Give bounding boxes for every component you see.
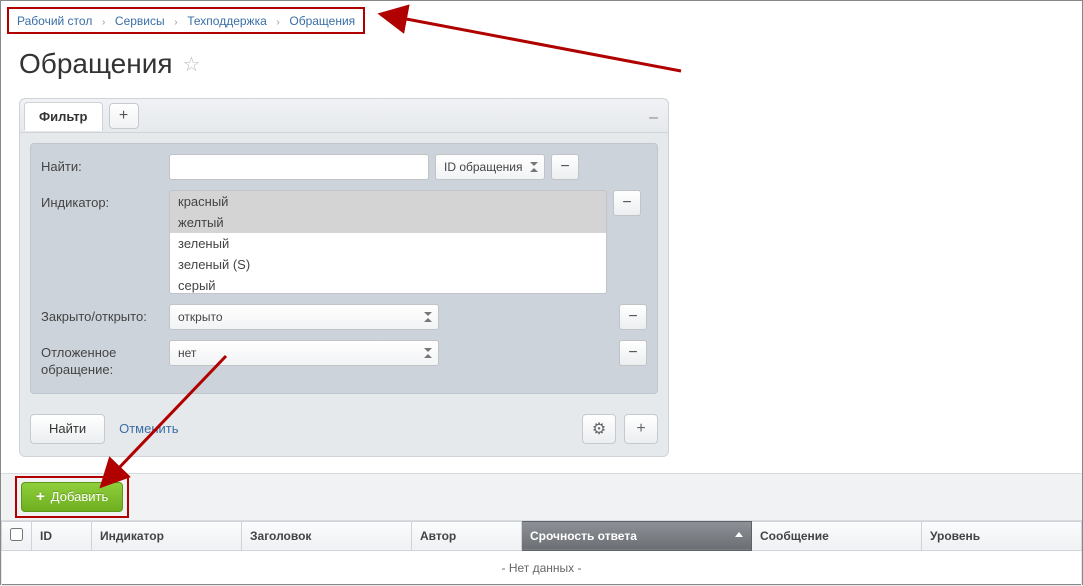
add-highlight-box: + Добавить: [15, 476, 129, 518]
column-title[interactable]: Заголовок: [242, 521, 412, 550]
star-icon[interactable]: ☆: [183, 52, 201, 77]
no-data-row: - Нет данных -: [2, 550, 1082, 585]
filter-panel: Фильтр + – Найти: ID обращения −: [19, 98, 669, 457]
select-all-checkbox[interactable]: [10, 528, 23, 541]
cancel-link[interactable]: Отменить: [113, 421, 184, 436]
tab-filter[interactable]: Фильтр: [24, 102, 103, 131]
add-filter-tab-button[interactable]: +: [109, 103, 139, 129]
remove-row-button[interactable]: −: [551, 154, 579, 180]
id-type-select[interactable]: ID обращения: [435, 154, 545, 180]
column-id[interactable]: ID: [32, 521, 92, 550]
closed-open-select-value: открыто: [178, 310, 223, 324]
find-input[interactable]: [169, 154, 429, 180]
deferred-label: Отложенное обращение:: [41, 340, 161, 379]
breadcrumb: Рабочий стол › Сервисы › Техподдержка › …: [7, 7, 365, 34]
collapse-icon[interactable]: –: [649, 109, 658, 127]
breadcrumb-item[interactable]: Рабочий стол: [17, 14, 92, 28]
column-urgency-label: Срочность ответа: [530, 529, 637, 543]
remove-row-button[interactable]: −: [619, 304, 647, 330]
plus-icon: +: [36, 488, 45, 505]
plus-icon: +: [636, 420, 645, 438]
deferred-select[interactable]: нет: [169, 340, 439, 366]
list-item[interactable]: красный: [170, 191, 606, 212]
add-button[interactable]: + Добавить: [21, 482, 123, 512]
search-button[interactable]: Найти: [30, 414, 105, 444]
id-type-select-value: ID обращения: [444, 160, 522, 174]
indicator-label: Индикатор:: [41, 190, 161, 212]
column-urgency[interactable]: Срочность ответа: [522, 521, 752, 550]
column-indicator[interactable]: Индикатор: [92, 521, 242, 550]
select-all-header[interactable]: [2, 521, 32, 550]
column-message[interactable]: Сообщение: [752, 521, 922, 550]
list-item[interactable]: серый: [170, 275, 606, 294]
action-bar: + Добавить: [1, 473, 1082, 521]
list-item[interactable]: желтый: [170, 212, 606, 233]
filter-body: Найти: ID обращения − Индикатор: крас: [30, 143, 658, 394]
breadcrumb-item[interactable]: Обращения: [289, 14, 355, 28]
closed-label: Закрыто/открыто:: [41, 304, 161, 326]
gear-icon: ⚙: [592, 419, 606, 439]
add-button-label: Добавить: [51, 489, 108, 504]
chevron-right-icon: ›: [102, 17, 105, 28]
indicator-listbox[interactable]: красный желтый зеленый зеленый (S) серый: [169, 190, 607, 294]
column-author[interactable]: Автор: [412, 521, 522, 550]
remove-row-button[interactable]: −: [619, 340, 647, 366]
page-title-text: Обращения: [19, 48, 173, 80]
settings-button[interactable]: ⚙: [582, 414, 616, 444]
sort-asc-icon: [735, 532, 743, 537]
page-title: Обращения ☆: [19, 48, 1078, 80]
deferred-select-value: нет: [178, 346, 196, 360]
data-grid: ID Индикатор Заголовок Автор Срочность о…: [1, 521, 1082, 586]
filter-tabs: Фильтр + –: [20, 99, 668, 133]
chevron-right-icon: ›: [276, 17, 279, 28]
closed-open-select[interactable]: открыто: [169, 304, 439, 330]
find-label: Найти:: [41, 154, 161, 176]
list-item[interactable]: зеленый: [170, 233, 606, 254]
breadcrumb-item[interactable]: Техподдержка: [187, 14, 267, 28]
filter-footer: Найти Отменить ⚙ +: [20, 404, 668, 444]
chevron-right-icon: ›: [174, 17, 177, 28]
breadcrumb-item[interactable]: Сервисы: [115, 14, 165, 28]
column-level[interactable]: Уровень: [922, 521, 1082, 550]
add-condition-button[interactable]: +: [624, 414, 658, 444]
list-item[interactable]: зеленый (S): [170, 254, 606, 275]
remove-row-button[interactable]: −: [613, 190, 641, 216]
